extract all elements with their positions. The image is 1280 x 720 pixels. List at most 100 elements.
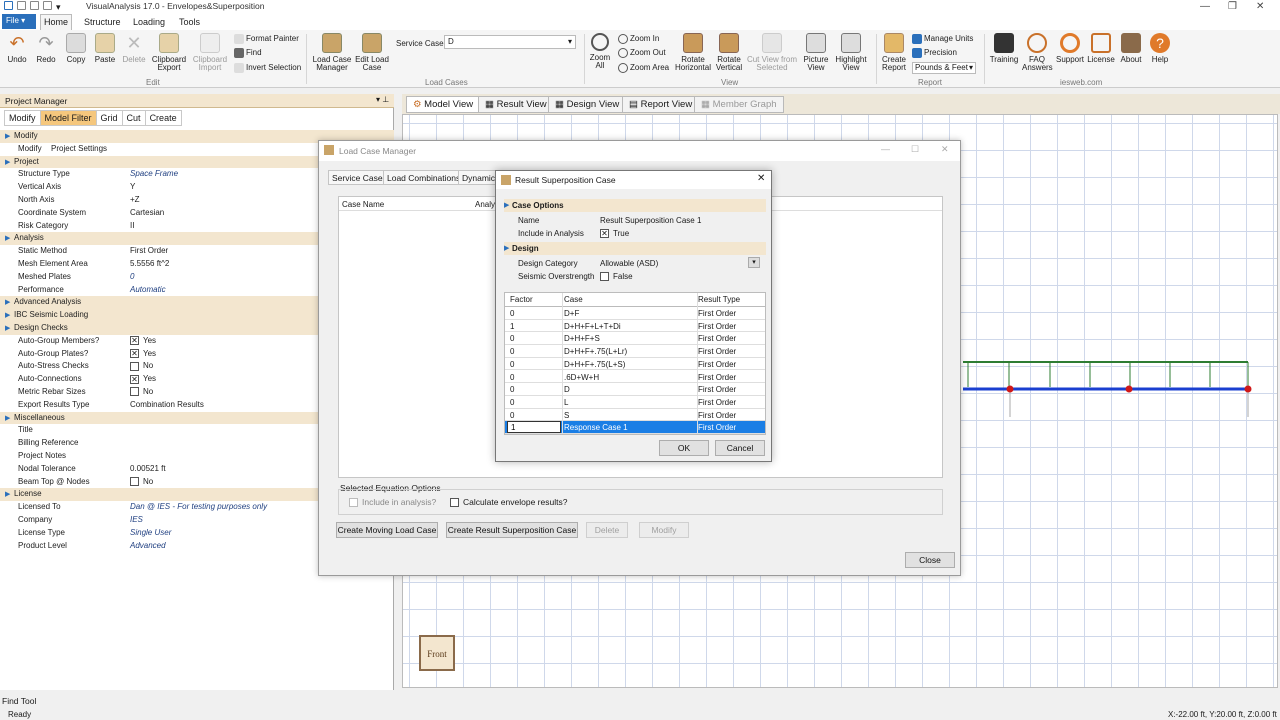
training-button[interactable]: Training xyxy=(988,33,1020,64)
chevron-down-icon[interactable]: ▾ xyxy=(748,257,760,268)
file-menu-button[interactable]: File ▾ xyxy=(2,14,36,29)
tab-structure[interactable]: Structure xyxy=(84,17,121,27)
grid-row[interactable]: 0 S First Order xyxy=(505,409,765,422)
result-type-cell[interactable]: First Order xyxy=(698,334,736,343)
design-category-select[interactable]: Allowable (ASD) xyxy=(600,259,658,268)
case-cell[interactable]: D xyxy=(564,385,570,394)
grid-row[interactable]: 0 L First Order xyxy=(505,396,765,409)
result-type-cell[interactable]: First Order xyxy=(698,411,736,420)
help-button[interactable]: ? Help xyxy=(1148,33,1172,64)
factor-cell[interactable]: 0 xyxy=(510,347,514,356)
modify-button[interactable]: Modify xyxy=(639,522,689,538)
result-type-cell[interactable]: First Order xyxy=(698,398,736,407)
property-value[interactable]: 5.5556 ft^2 xyxy=(130,259,169,268)
faq-answers-button[interactable]: FAQ Answers xyxy=(1022,33,1053,72)
case-cell[interactable]: Response Case 1 xyxy=(564,423,628,432)
tab-create[interactable]: Create xyxy=(144,110,182,126)
col-case-name[interactable]: Case Name xyxy=(342,200,384,209)
dropdown-icon[interactable]: ▾ xyxy=(56,2,65,12)
grid-row[interactable]: 1 D+H+F+L+T+Di First Order xyxy=(505,320,765,333)
pin-icon[interactable]: ▾ ⊥ xyxy=(376,95,389,104)
property-value[interactable]: No xyxy=(130,361,153,371)
case-cell[interactable]: L xyxy=(564,398,568,407)
property-value[interactable]: Advanced xyxy=(130,541,166,550)
property-value[interactable]: Dan @ IES - For testing purposes only xyxy=(130,502,267,511)
node[interactable] xyxy=(1006,385,1014,393)
result-type-cell[interactable]: First Order xyxy=(698,347,736,356)
create-result-superposition-button[interactable]: Create Result Superposition Case xyxy=(446,522,578,538)
grid-row[interactable]: 0 D+H+F+.75(L+Lr) First Order xyxy=(505,345,765,358)
factor-cell[interactable]: 1 xyxy=(510,322,514,331)
undo-button[interactable]: ↶ Undo xyxy=(6,33,28,64)
close-icon[interactable]: ✕ xyxy=(1256,1,1264,12)
property-value[interactable]: ✕ Yes xyxy=(130,349,156,358)
about-button[interactable]: About xyxy=(1118,33,1144,64)
zoom-out-button[interactable]: Zoom Out xyxy=(618,48,666,58)
grid-row[interactable]: 0 D+F First Order xyxy=(505,307,765,320)
grid-row[interactable]: 0 D+H+F+.75(L+S) First Order xyxy=(505,358,765,371)
col-case[interactable]: Case xyxy=(564,295,583,304)
grid-row[interactable]: 1 Response Case 1 First Order xyxy=(505,421,765,434)
factor-cell[interactable]: 0 xyxy=(510,398,514,407)
maximize-icon[interactable]: ❐ xyxy=(1228,1,1237,12)
find-tool-label[interactable]: Find Tool xyxy=(2,696,36,706)
result-type-cell[interactable]: First Order xyxy=(698,322,736,331)
tab-loading[interactable]: Loading xyxy=(133,17,165,27)
tab-service-cases[interactable]: Service Cases xyxy=(328,170,391,185)
tab-cut[interactable]: Cut xyxy=(121,110,146,126)
copy-button[interactable]: Copy xyxy=(64,33,88,64)
tab-model-view[interactable]: ⚙ Model View xyxy=(406,96,481,113)
minimize-icon[interactable]: — xyxy=(881,144,890,154)
property-value[interactable]: II xyxy=(130,221,134,230)
name-field[interactable]: Result Superposition Case 1 xyxy=(600,216,701,225)
clipboard-export-button[interactable]: Clipboard Export xyxy=(150,33,188,72)
factor-cell[interactable]: 0 xyxy=(510,334,514,343)
service-case-select[interactable]: D ▾ xyxy=(444,35,576,49)
result-type-cell[interactable]: First Order xyxy=(698,309,736,318)
include-checkbox[interactable]: ✕ True xyxy=(600,229,629,239)
factor-cell[interactable]: 0 xyxy=(510,309,514,318)
maximize-icon[interactable]: ☐ xyxy=(911,144,919,155)
find-button[interactable]: Find xyxy=(234,48,262,58)
grid-row[interactable]: 0 .6D+W+H First Order xyxy=(505,371,765,384)
units-select[interactable]: Pounds & Feet ▾ xyxy=(912,62,976,74)
paste-button[interactable]: Paste xyxy=(93,33,117,64)
redo-button[interactable]: ↷ Redo xyxy=(35,33,57,64)
rotate-horizontal-button[interactable]: Rotate Horizontal xyxy=(674,33,712,72)
property-value[interactable]: Space Frame xyxy=(130,169,178,178)
tab-dynamic[interactable]: Dynamic xyxy=(458,170,500,185)
close-button[interactable]: Close xyxy=(905,552,955,568)
result-type-cell[interactable]: First Order xyxy=(698,360,736,369)
property-value[interactable]: ✕ Yes xyxy=(130,374,156,384)
factor-cell[interactable]: 0 xyxy=(510,360,514,369)
tab-model-filter[interactable]: Model Filter xyxy=(39,110,97,126)
support-button[interactable]: Support xyxy=(1056,33,1084,64)
result-type-cell[interactable]: First Order xyxy=(698,373,736,382)
property-value[interactable]: +Z xyxy=(130,195,140,204)
case-cell[interactable]: D+H+F+.75(L+S) xyxy=(564,360,625,369)
node[interactable] xyxy=(1125,385,1133,393)
property-value[interactable]: First Order xyxy=(130,246,168,255)
node[interactable] xyxy=(1244,385,1252,393)
factor-cell[interactable]: 0 xyxy=(510,373,514,382)
picture-view-button[interactable]: Picture View xyxy=(802,33,830,72)
close-icon[interactable]: ✕ xyxy=(941,144,949,155)
delete-button[interactable]: Delete xyxy=(586,522,628,538)
zoom-all-button[interactable]: Zoom All xyxy=(588,33,612,70)
cancel-button[interactable]: Cancel xyxy=(715,440,765,456)
print-icon[interactable] xyxy=(43,1,52,10)
tab-modify[interactable]: Modify xyxy=(4,110,41,126)
factor-cell[interactable]: 0 xyxy=(510,411,514,420)
property-value[interactable]: ✕ Yes xyxy=(130,336,156,346)
property-value[interactable]: Automatic xyxy=(130,285,166,294)
zoom-in-button[interactable]: Zoom In xyxy=(618,34,659,44)
edit-load-case-button[interactable]: Edit Load Case xyxy=(354,33,390,72)
col-factor[interactable]: Factor xyxy=(510,295,533,304)
grid-row[interactable]: 0 D+H+F+S First Order xyxy=(505,332,765,346)
tab-member-graph[interactable]: ▦ Member Graph xyxy=(694,96,784,113)
superposition-factor-grid[interactable]: Factor Case Result Type 0 D+F First Order 1… xyxy=(504,292,766,435)
grid-row[interactable]: 0 D First Order xyxy=(505,383,765,396)
tab-home[interactable]: Home xyxy=(40,14,72,30)
property-value[interactable]: Y xyxy=(130,182,135,191)
property-value[interactable]: 0 xyxy=(130,272,134,281)
